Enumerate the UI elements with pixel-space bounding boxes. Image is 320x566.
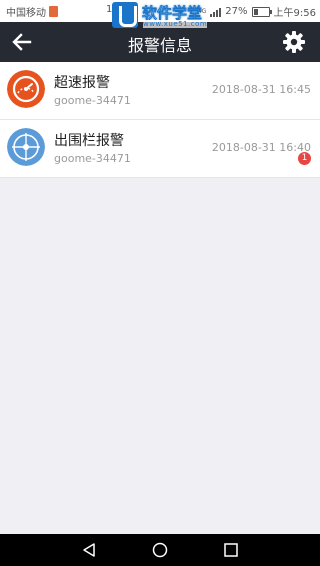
alarm-time: 2018-08-31 16:40 xyxy=(211,141,311,154)
alarm-name: 超速报警 xyxy=(54,75,110,91)
clock: 上午9:56 xyxy=(273,8,316,19)
status-left: 中国移动 xyxy=(6,4,58,19)
settings-button[interactable] xyxy=(282,30,306,54)
carrier-label: 中国移动 xyxy=(6,8,46,19)
gear-icon xyxy=(283,31,305,53)
nav-back-button[interactable] xyxy=(81,542,97,558)
system-nav-bar xyxy=(0,534,320,566)
square-recents-icon xyxy=(224,543,238,557)
notification-icon xyxy=(49,6,58,17)
nav-home-button[interactable] xyxy=(152,542,168,558)
watermark: 软件学堂 www.xue51.com xyxy=(112,2,222,30)
circle-home-icon xyxy=(152,542,168,558)
unread-badge: 1 xyxy=(298,152,311,165)
watermark-logo-icon xyxy=(112,2,138,28)
alarm-item-speeding[interactable]: 超速报警 goome-34471 2018-08-31 16:45 xyxy=(0,62,320,120)
battery-percent: 27% xyxy=(225,6,248,17)
alarm-time: 2018-08-31 16:45 xyxy=(211,83,311,96)
watermark-url: www.xue51.com xyxy=(143,20,208,28)
alarm-item-fence[interactable]: 出围栏报警 goome-34471 2018-08-31 16:40 1 xyxy=(0,120,320,178)
nav-recents-button[interactable] xyxy=(223,542,239,558)
speedometer-icon xyxy=(7,70,45,108)
alarm-list: 超速报警 goome-34471 2018-08-31 16:45 出围栏报警 … xyxy=(0,62,320,178)
alarm-device: goome-34471 xyxy=(54,94,131,107)
page-title: 报警信息 xyxy=(127,36,192,55)
alarm-device: goome-34471 xyxy=(54,152,131,165)
fence-target-icon xyxy=(7,128,45,166)
triangle-back-icon xyxy=(83,543,95,557)
alarm-name: 出围栏报警 xyxy=(54,133,124,149)
battery-icon xyxy=(251,6,272,17)
